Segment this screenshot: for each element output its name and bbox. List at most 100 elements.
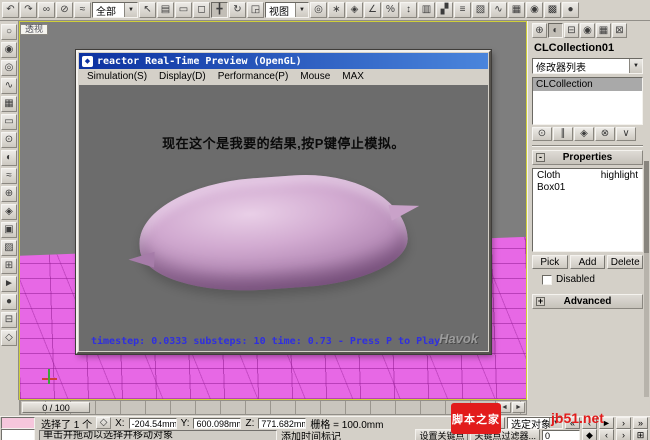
display-tab[interactable] (596, 23, 611, 38)
reactor-spring-icon[interactable] (1, 132, 17, 148)
reactor-motor-icon[interactable] (1, 150, 17, 166)
select-by-name-icon[interactable] (157, 2, 174, 18)
angle-snap-icon[interactable] (364, 2, 381, 18)
selection-lock-toggle-icon[interactable] (96, 417, 112, 429)
select-and-move-icon[interactable] (211, 2, 228, 18)
time-configuration-button[interactable] (633, 429, 648, 440)
mini-listener-script-row[interactable] (1, 429, 35, 440)
remove-modifier-button[interactable] (595, 127, 615, 141)
schematic-view-icon[interactable] (508, 2, 525, 18)
menu-display[interactable]: Display(D) (153, 71, 212, 82)
advanced-rollout-header[interactable]: + Advanced (532, 294, 643, 309)
selection-filter-dropdown[interactable]: 全部 (92, 2, 138, 18)
reactor-softbody-collection-icon[interactable] (1, 60, 17, 76)
preview-render-area[interactable]: 现在这个是我要的结果,按P键停止模拟。 timestep: 0.0333 sub… (79, 85, 488, 351)
chevron-down-icon[interactable] (629, 59, 642, 73)
window-crossing-icon[interactable] (193, 2, 210, 18)
entity-list-item[interactable]: Box01 (533, 182, 642, 193)
preview-menubar: Simulation(S) Display(D) Performance(P) … (78, 69, 489, 84)
reactor-water-icon[interactable] (1, 222, 17, 238)
pick-button[interactable]: Pick (532, 255, 568, 269)
reactor-rigidbody-collection-icon[interactable] (1, 24, 17, 40)
material-editor-icon[interactable] (526, 2, 543, 18)
make-unique-button[interactable] (574, 127, 594, 141)
reactor-rope-collection-icon[interactable] (1, 78, 17, 94)
reactor-cloth-modifier-icon[interactable] (1, 240, 17, 256)
select-object-icon[interactable] (139, 2, 156, 18)
utilities-tab[interactable] (612, 23, 627, 38)
add-time-tag[interactable]: 添加时间标记 (279, 428, 343, 440)
quick-render-icon[interactable] (562, 2, 579, 18)
unlink-selection-icon[interactable] (56, 2, 73, 18)
reactor-softbody-modifier-icon[interactable] (1, 258, 17, 274)
select-and-manipulate-icon[interactable] (328, 2, 345, 18)
time-slider[interactable]: 0 / 100 (22, 402, 90, 413)
mini-listener-macro-row[interactable] (1, 417, 35, 429)
maxscript-mini-listener[interactable] (1, 417, 35, 440)
hierarchy-tab[interactable] (564, 23, 579, 38)
select-link-icon[interactable] (38, 2, 55, 18)
next-key-button[interactable] (616, 429, 631, 440)
expand-icon[interactable]: + (536, 297, 545, 306)
undo-icon[interactable] (2, 2, 19, 18)
mirror-icon[interactable] (436, 2, 453, 18)
modifier-stack-item[interactable]: CLCollection (533, 78, 642, 91)
layer-manager-icon[interactable] (472, 2, 489, 18)
selection-region-icon[interactable] (175, 2, 192, 18)
pin-stack-button[interactable] (532, 127, 552, 141)
menu-mouse[interactable]: Mouse (294, 71, 336, 82)
motion-tab[interactable] (580, 23, 595, 38)
menu-simulation[interactable]: Simulation(S) (81, 71, 153, 82)
reactor-preview-animation-icon[interactable] (1, 276, 17, 292)
coord-x-field[interactable]: -204.54mm (128, 417, 177, 429)
key-mode-toggle-button[interactable] (582, 429, 597, 440)
reactor-analyze-world-icon[interactable] (1, 312, 17, 328)
reference-coordinate-dropdown[interactable]: 视图 (265, 2, 309, 18)
curve-editor-icon[interactable] (490, 2, 507, 18)
panel-scrollbar-thumb[interactable] (644, 161, 649, 253)
redo-icon[interactable] (20, 2, 37, 18)
menu-performance[interactable]: Performance(P) (212, 71, 295, 82)
previous-key-button[interactable] (599, 429, 614, 440)
reactor-deforming-mesh-icon[interactable] (1, 96, 17, 112)
render-setup-icon[interactable] (544, 2, 561, 18)
reactor-wind-icon[interactable] (1, 168, 17, 184)
coord-y-field[interactable]: 600.098mm (193, 417, 242, 429)
cloth-entities-list[interactable]: Cloth highlight Box01 (532, 168, 643, 252)
show-end-result-button[interactable] (553, 127, 573, 141)
menu-max[interactable]: MAX (336, 71, 370, 82)
use-pivot-center-icon[interactable] (310, 2, 327, 18)
properties-rollout-header[interactable]: - Properties (532, 150, 643, 165)
next-frame-button[interactable] (616, 417, 631, 429)
modifier-stack-list[interactable]: CLCollection (532, 77, 643, 125)
collapse-icon[interactable]: - (536, 153, 545, 162)
edit-named-selection-icon[interactable] (418, 2, 435, 18)
modifier-list-dropdown[interactable]: 修改器列表 (532, 58, 643, 74)
delete-button[interactable]: Delete (607, 255, 644, 269)
select-and-scale-icon[interactable] (247, 2, 264, 18)
reactor-cloth-collection-icon[interactable] (1, 42, 17, 58)
create-tab[interactable] (532, 23, 547, 38)
go-to-end-button[interactable] (633, 417, 648, 429)
bind-to-spacewarp-icon[interactable] (74, 2, 91, 18)
panel-scrollbar[interactable] (644, 161, 649, 397)
current-frame-field[interactable]: 0 (542, 429, 580, 440)
reactor-create-animation-icon[interactable] (1, 294, 17, 310)
snap-toggle-icon[interactable] (346, 2, 363, 18)
chevron-down-icon[interactable] (295, 3, 308, 17)
reactor-toy-car-icon[interactable] (1, 186, 17, 202)
reactor-fracture-icon[interactable] (1, 204, 17, 220)
add-button[interactable]: Add (569, 255, 606, 269)
percent-snap-icon[interactable] (382, 2, 399, 18)
chevron-down-icon[interactable] (124, 3, 137, 17)
select-and-rotate-icon[interactable] (229, 2, 246, 18)
track-right-button[interactable] (512, 402, 525, 413)
modify-tab[interactable] (548, 23, 563, 38)
preview-titlebar[interactable]: reactor Real-Time Preview (OpenGL) (79, 53, 488, 69)
align-icon[interactable] (454, 2, 471, 18)
reactor-plane-icon[interactable] (1, 114, 17, 130)
spinner-snap-icon[interactable] (400, 2, 417, 18)
configure-modifier-sets-button[interactable] (616, 127, 636, 141)
reactor-utilities-icon[interactable] (1, 330, 17, 346)
disabled-checkbox[interactable] (542, 274, 552, 285)
